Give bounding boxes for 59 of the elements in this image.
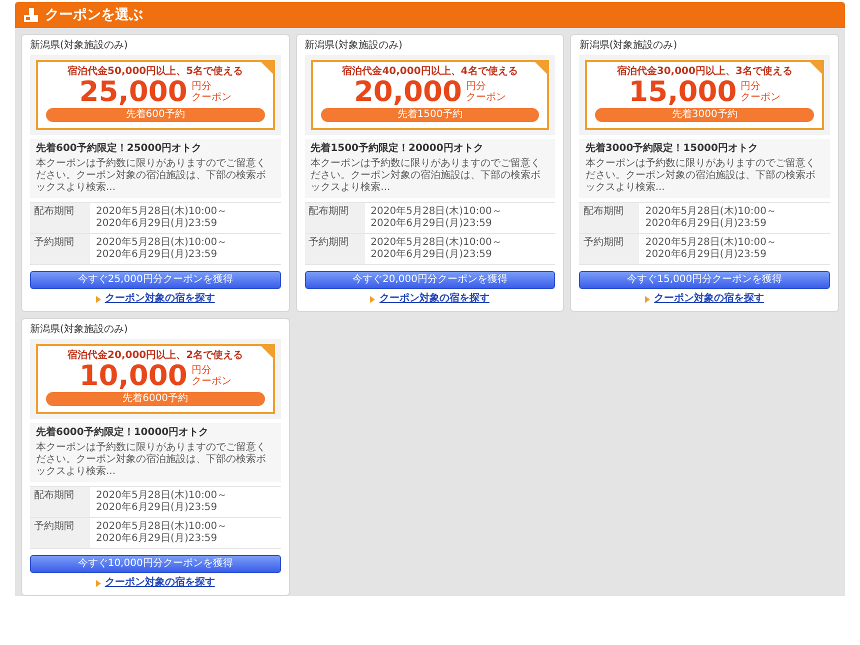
- amount-unit: 円分: [191, 81, 212, 92]
- arrow-icon: [96, 296, 101, 302]
- coupon-condition: 宿泊代金30,000円以上、3名で使える: [616, 66, 794, 78]
- period-dates: 2020年5月28日(木)10:00～ 2020年6月29日(月)23:59: [370, 204, 503, 231]
- coupon-amount: 20,000: [354, 78, 462, 106]
- period-dates: 2020年5月28日(木)10:00～ 2020年6月29日(月)23:59: [644, 204, 778, 231]
- get-coupon-button[interactable]: 今すぐ10,000円分クーポンを獲得: [30, 555, 281, 573]
- period-dates: 2020年5月28日(木)10:00～ 2020年6月29日(月)23:59: [370, 236, 503, 262]
- limit-badge: 先着6000予約: [46, 392, 265, 406]
- period-dates: 2020年5月28日(木)10:00～ 2020年6月29日(月)23:59: [644, 236, 778, 262]
- region-label: 新潟県(対象施設のみ): [304, 40, 404, 52]
- get-coupon-button[interactable]: 今すぐ25,000円分クーポンを獲得: [30, 271, 281, 289]
- coupon-description: 本クーポンは予約数に限りがありますのでご留意ください。クーポン対象の宿泊施設は、下部の検索ボックスより検索...: [36, 158, 267, 194]
- coupon-label: クーポン: [191, 92, 232, 103]
- amount-unit: 円分: [466, 81, 486, 92]
- coupon-amount: 15,000: [628, 78, 737, 106]
- period-dates: 2020年5月28日(木)10:00～ 2020年6月29日(月)23:59: [95, 204, 228, 231]
- coupon-title: 先着1500予約限定！20000円オトク: [310, 143, 484, 155]
- period-dates: 2020年5月28日(木)10:00～ 2020年6月29日(月)23:59: [95, 488, 228, 515]
- period-dates: 2020年5月28日(木)10:00～ 2020年6月29日(月)23:59: [95, 236, 228, 262]
- coupon-amount: 10,000: [79, 362, 188, 390]
- coupon-description: 本クーポンは予約数に限りがありますのでご留意ください。クーポン対象の宿泊施設は、下部の検索ボックスより検索...: [585, 158, 816, 194]
- search-inn-link[interactable]: クーポン対象の宿を探す: [104, 293, 215, 305]
- period-dates: 2020年5月28日(木)10:00～ 2020年6月29日(月)23:59: [95, 520, 228, 546]
- region-label: 新潟県(対象施設のみ): [30, 324, 129, 336]
- coupon-description: 本クーポンは予約数に限りがありますのでご留意ください。クーポン対象の宿泊施設は、下部の検索ボックスより検索...: [310, 158, 542, 194]
- period-label: 配布期間: [30, 487, 90, 517]
- coupon-label: クーポン: [466, 92, 506, 103]
- period-label: 配布期間: [304, 203, 365, 233]
- region-label: 新潟県(対象施設のみ): [579, 40, 678, 52]
- period-label: 予約期間: [579, 234, 640, 264]
- search-inn-link[interactable]: クーポン対象の宿を探す: [104, 577, 215, 589]
- header-title: クーポンを選ぶ: [45, 6, 143, 24]
- coupon-condition: 宿泊代金40,000円以上、4名で使える: [341, 66, 519, 78]
- period-label: 配布期間: [579, 203, 640, 233]
- region-label: 新潟県(対象施設のみ): [30, 40, 129, 52]
- coupon-amount: 25,000: [79, 78, 188, 106]
- limit-badge: 先着600予約: [46, 108, 265, 122]
- coupon-condition: 宿泊代金20,000円以上、2名で使える: [66, 350, 244, 362]
- period-label: 予約期間: [30, 518, 90, 548]
- arrow-icon: [96, 580, 101, 586]
- period-label: 予約期間: [30, 234, 90, 264]
- arrow-icon: [370, 296, 376, 302]
- search-inn-link[interactable]: クーポン対象の宿を探す: [379, 293, 490, 305]
- coupon-condition: 宿泊代金50,000円以上、5名で使える: [66, 66, 244, 78]
- coupon-title: 先着6000予約限定！10000円オトク: [36, 427, 210, 439]
- limit-badge: 先着1500予約: [320, 108, 540, 122]
- coupon-title: 先着3000予約限定！15000円オトク: [585, 143, 759, 155]
- limit-badge: 先着3000予約: [595, 108, 814, 122]
- amount-unit: 円分: [740, 81, 761, 92]
- amount-unit: 円分: [191, 365, 212, 376]
- coupon-label: クーポン: [740, 92, 781, 103]
- coupon-title: 先着600予約限定！25000円オトク: [36, 143, 203, 155]
- coupon-label: クーポン: [191, 376, 232, 387]
- arrow-icon: [645, 296, 650, 302]
- period-label: 配布期間: [30, 203, 90, 233]
- coupon-description: 本クーポンは予約数に限りがありますのでご留意ください。クーポン対象の宿泊施設は、下部の検索ボックスより検索...: [36, 442, 267, 478]
- period-label: 予約期間: [304, 234, 365, 264]
- search-inn-link[interactable]: クーポン対象の宿を探す: [654, 293, 764, 305]
